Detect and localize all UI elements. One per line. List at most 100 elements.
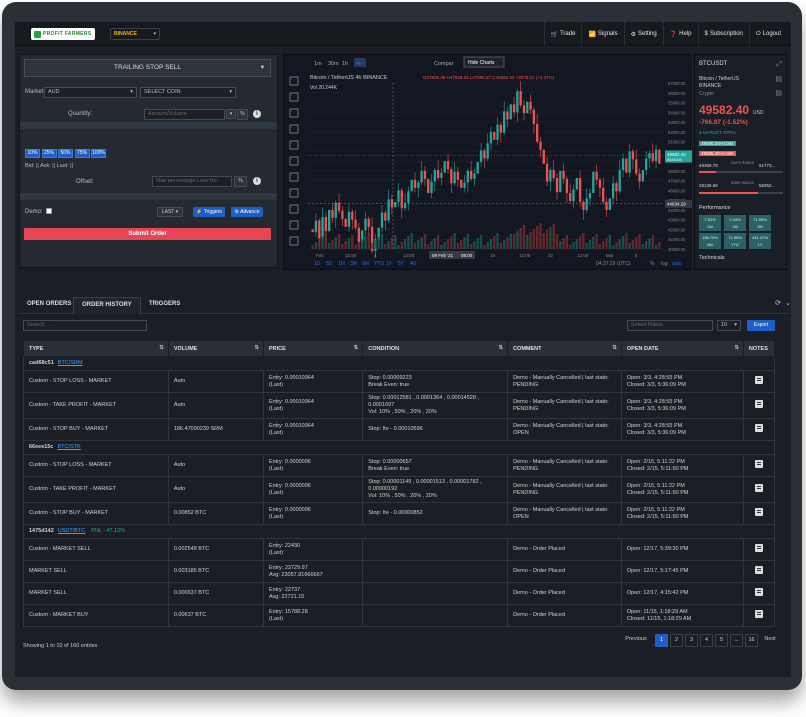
- range-ytd[interactable]: YTD: [374, 261, 384, 267]
- percent-button-25[interactable]: 25%: [41, 149, 57, 158]
- drawing-tool-icon[interactable]: [289, 156, 299, 166]
- triggers-button[interactable]: ⚡ Triggers: [193, 207, 225, 217]
- page-previous[interactable]: Previous: [619, 634, 653, 647]
- drawing-tool-icon[interactable]: [289, 220, 299, 230]
- drawing-tool-icon[interactable]: [289, 76, 299, 86]
- timeframe-1h[interactable]: 1h: [342, 61, 348, 67]
- table-row[interactable]: Custom - MARKET SELL 0.002548 BTC Entry: 2…: [23, 538, 776, 561]
- collapse-icon[interactable]: ⌄: [785, 299, 791, 307]
- table-row[interactable]: Custom - MARKET BUY 0.00637 BTC Entry: 157…: [23, 604, 776, 627]
- expand-icon[interactable]: ⤢: [776, 61, 782, 69]
- notes-icon[interactable]: [754, 376, 763, 384]
- nav-item-setting[interactable]: ⚙ Setting: [623, 22, 663, 46]
- price-chart[interactable]: 1m 30m 1h 4h Compar Hide Charts 57000.00 56000.…: [284, 55, 692, 271]
- drawing-tool-icon[interactable]: [289, 124, 299, 134]
- notes-icon[interactable]: [754, 566, 763, 574]
- list-icon[interactable]: ▤: [775, 75, 782, 83]
- notes-icon[interactable]: [754, 508, 763, 516]
- sort-icon[interactable]: ⇅: [354, 345, 359, 351]
- table-row[interactable]: MARKET SELL 0.003185 BTC Entry: 23729.97 Av…: [23, 560, 776, 583]
- page-1[interactable]: 1: [655, 634, 668, 647]
- page-4[interactable]: 4: [700, 634, 713, 647]
- notes-icon[interactable]: [754, 484, 763, 492]
- page-16[interactable]: 16: [745, 634, 758, 647]
- percent-button-100[interactable]: 100%: [91, 149, 106, 158]
- sort-icon[interactable]: ⇅: [254, 345, 259, 351]
- table-row[interactable]: Custom - STOP BUY - MARKET 186.47090239 S…: [23, 418, 776, 441]
- coin-select[interactable]: SELECT COIN ▾: [140, 87, 236, 98]
- percent-button-10[interactable]: 10%: [25, 149, 40, 158]
- percent-button-75[interactable]: 75%: [74, 149, 90, 158]
- range-1m[interactable]: 1M: [338, 261, 345, 267]
- timeframe-4h[interactable]: 4h: [356, 61, 362, 67]
- logo[interactable]: PROFIT FARMERS: [31, 28, 95, 40]
- info-icon[interactable]: i: [253, 177, 261, 185]
- drawing-tool-icon[interactable]: [289, 92, 299, 102]
- table-row[interactable]: Custom - STOP LOSS - MARKET Auto Entry: 0.…: [23, 370, 776, 393]
- timeframe-1m[interactable]: 1m: [314, 61, 322, 67]
- quantity-dropdown[interactable]: ▾: [226, 109, 236, 119]
- compare-button[interactable]: Compar: [434, 61, 454, 67]
- market-select[interactable]: AUD ▾: [44, 87, 137, 98]
- sort-icon[interactable]: ⇅: [612, 345, 617, 351]
- drawing-tool-icon[interactable]: [289, 108, 299, 118]
- sort-icon[interactable]: ⇅: [734, 345, 739, 351]
- drawing-tool-icon[interactable]: [289, 172, 299, 182]
- tab-open-orders[interactable]: OPEN ORDERS: [19, 297, 79, 314]
- column-header-notes[interactable]: NOTES: [742, 340, 776, 357]
- info-icon[interactable]: i: [253, 110, 261, 118]
- group-pair-link[interactable]: BTC/SRM: [58, 360, 83, 366]
- notes-icon[interactable]: [754, 588, 763, 596]
- advance-button[interactable]: ⚙ Advance: [231, 207, 263, 217]
- notes-icon[interactable]: [754, 400, 763, 408]
- page-3[interactable]: 3: [685, 634, 698, 647]
- nav-item-trade[interactable]: 🛒 Trade: [543, 22, 582, 46]
- drawing-tool-icon[interactable]: [289, 236, 299, 246]
- range-5y[interactable]: 5Y: [398, 261, 405, 267]
- offset-input[interactable]: Max percentage Loss fro: [152, 176, 232, 187]
- column-header-comment[interactable]: COMMENT ⇅: [507, 340, 622, 357]
- demo-checkbox[interactable]: [46, 208, 52, 214]
- page-size-select[interactable]: 10 ▾: [717, 320, 741, 331]
- range-5d[interactable]: 5D: [326, 261, 333, 267]
- hide-charts-button[interactable]: Hide Charts: [468, 60, 495, 66]
- group-pair-link[interactable]: BTC/STK: [57, 444, 80, 450]
- range-all[interactable]: All: [410, 261, 416, 267]
- sort-icon[interactable]: ⇅: [498, 345, 503, 351]
- scale-log[interactable]: log: [661, 261, 668, 267]
- notes-icon[interactable]: [754, 424, 763, 432]
- scale-auto[interactable]: auto: [672, 261, 682, 267]
- column-header-volume[interactable]: VOLUME ⇅: [167, 340, 264, 357]
- table-row[interactable]: MARKET SELL 0.000637 BTC Entry: 22737 Avg: …: [23, 582, 776, 605]
- column-header-open-date[interactable]: OPEN DATE ⇅: [620, 340, 744, 357]
- range-1d[interactable]: 1D: [314, 261, 321, 267]
- drawing-tool-icon[interactable]: [289, 204, 299, 214]
- submit-order-button[interactable]: Submit Order: [24, 228, 271, 240]
- timeframe-30m[interactable]: 30m: [328, 61, 339, 67]
- search-input[interactable]: Search...: [23, 320, 147, 331]
- column-header-type[interactable]: TYPE ⇅: [23, 340, 169, 357]
- percent-button-50[interactable]: 50%: [58, 149, 73, 158]
- table-row[interactable]: Custom - STOP BUY - MARKET 0.00852 BTC Ent…: [23, 502, 776, 525]
- notes-icon[interactable]: [754, 610, 763, 618]
- filter-select[interactable]: Select Filters: [627, 320, 713, 331]
- drawing-tool-icon[interactable]: [289, 188, 299, 198]
- page-next[interactable]: Next: [760, 634, 780, 647]
- range-1y[interactable]: 1Y: [386, 261, 393, 267]
- notes-icon[interactable]: [754, 544, 763, 552]
- nav-item-subscription[interactable]: $ Subscription: [697, 22, 749, 46]
- group-pair-link[interactable]: USDT/BTC: [58, 528, 86, 534]
- page-2[interactable]: 2: [670, 634, 683, 647]
- exchange-select[interactable]: BINANCE ▾: [110, 28, 160, 40]
- export-button[interactable]: Export: [747, 320, 775, 331]
- drawing-tool-icon[interactable]: [289, 140, 299, 150]
- table-row[interactable]: Custom - STOP LOSS - MARKET Auto Entry: 0.…: [23, 454, 776, 477]
- tab-order-history[interactable]: ORDER HISTORY: [73, 297, 141, 314]
- nav-item-logout[interactable]: ⏻ Logout: [748, 22, 787, 46]
- sort-icon[interactable]: ⇅: [159, 345, 164, 351]
- scale-%[interactable]: %: [650, 261, 655, 267]
- tab-triggers[interactable]: TRIGGERS: [141, 297, 188, 314]
- column-header-condition[interactable]: CONDITION ⇅: [362, 340, 509, 357]
- order-type-select[interactable]: TRAILING STOP SELL ▾: [24, 59, 271, 77]
- column-header-price[interactable]: PRICE ⇅: [262, 340, 364, 357]
